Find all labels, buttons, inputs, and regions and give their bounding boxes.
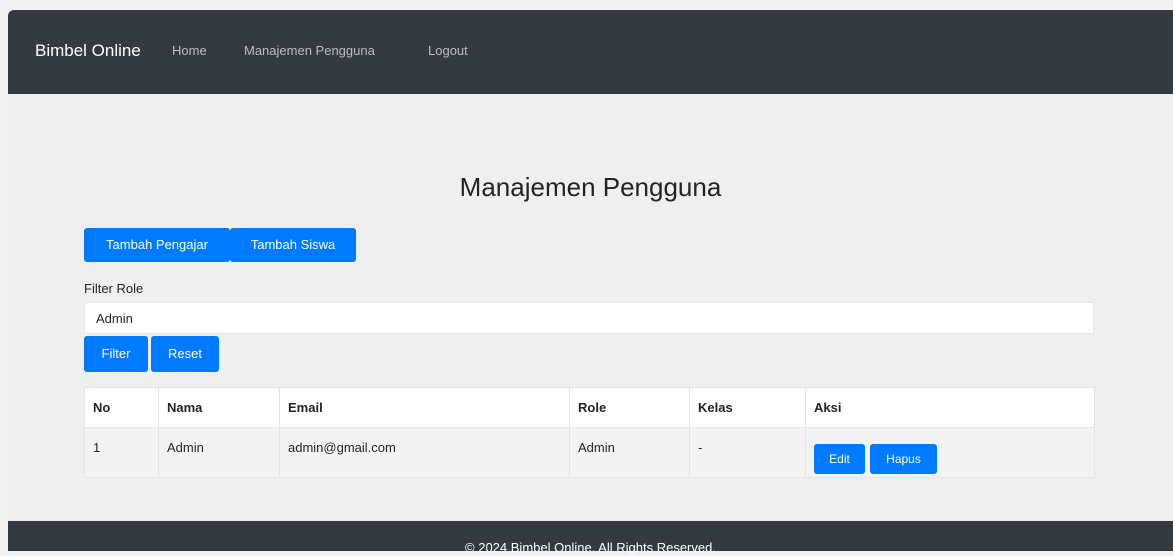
- column-header-aksi: Aksi: [805, 387, 1095, 428]
- filter-button[interactable]: Filter: [84, 336, 148, 372]
- cell-nama: Admin: [158, 427, 280, 478]
- add-student-button[interactable]: Tambah Siswa: [230, 228, 356, 262]
- app-frame: Bimbel Online Home Manajemen Pengguna Lo…: [8, 10, 1173, 555]
- reset-button[interactable]: Reset: [151, 336, 219, 372]
- column-header-nama: Nama: [158, 387, 280, 428]
- column-header-email: Email: [279, 387, 570, 428]
- cell-email: admin@gmail.com: [279, 427, 570, 478]
- users-table: No Nama Email Role Kelas Aksi 1 Admin ad…: [84, 387, 1095, 478]
- cell-aksi: Edit Hapus: [805, 427, 1095, 478]
- nav-link-manajemen-pengguna[interactable]: Manajemen Pengguna: [244, 43, 375, 59]
- column-header-role: Role: [569, 387, 690, 428]
- column-header-no: No: [84, 387, 159, 428]
- column-header-kelas: Kelas: [689, 387, 806, 428]
- cell-role: Admin: [569, 427, 690, 478]
- table-row: 1 Admin admin@gmail.com Admin - Edit Hap…: [84, 427, 1095, 478]
- table-header-row: No Nama Email Role Kelas Aksi: [84, 387, 1095, 428]
- delete-button[interactable]: Hapus: [870, 444, 937, 474]
- cell-no: 1: [84, 427, 159, 478]
- footer-copyright: © 2024 Bimbel Online. All Rights Reserve…: [465, 540, 716, 555]
- filter-role-input[interactable]: [84, 302, 1094, 334]
- edit-button[interactable]: Edit: [814, 444, 865, 474]
- brand-link[interactable]: Bimbel Online: [35, 41, 141, 61]
- footer: © 2024 Bimbel Online. All Rights Reserve…: [8, 521, 1173, 555]
- cell-kelas: -: [689, 427, 806, 478]
- filter-role-label: Filter Role: [84, 281, 144, 296]
- page-title: Manajemen Pengguna: [459, 172, 722, 202]
- add-teacher-button[interactable]: Tambah Pengajar: [84, 228, 230, 262]
- nav-link-logout[interactable]: Logout: [428, 43, 468, 59]
- nav-link-home[interactable]: Home: [172, 43, 207, 59]
- navbar: Bimbel Online Home Manajemen Pengguna Lo…: [8, 10, 1173, 94]
